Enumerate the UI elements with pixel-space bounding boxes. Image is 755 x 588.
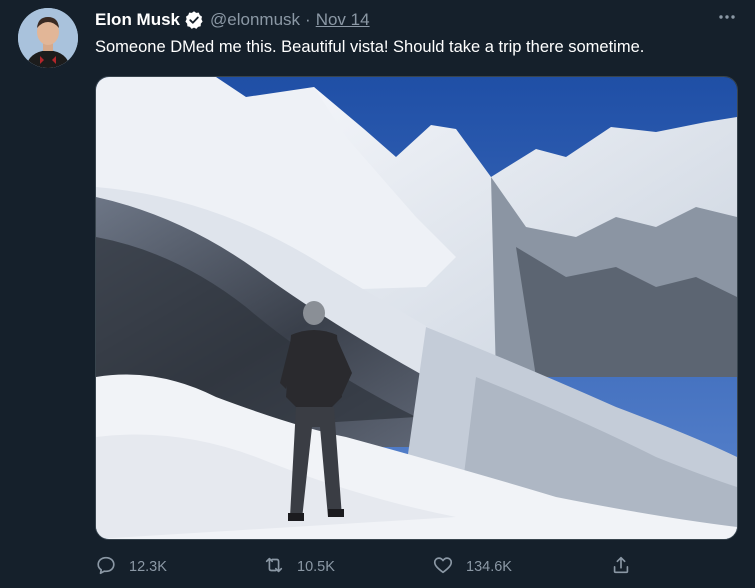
retweet-button[interactable]: 10.5K: [263, 555, 335, 579]
retweet-icon: [263, 554, 297, 580]
tweet[interactable]: Elon Musk @elonmusk · Nov 14 Someone DMe…: [0, 0, 755, 588]
tweet-header: Elon Musk @elonmusk · Nov 14: [95, 8, 370, 32]
author-name[interactable]: Elon Musk: [95, 10, 180, 30]
heart-icon: [432, 554, 466, 580]
retweet-count: 10.5K: [297, 559, 335, 575]
avatar[interactable]: [18, 8, 78, 68]
verified-badge-icon: [184, 10, 204, 30]
share-button[interactable]: [610, 555, 644, 579]
share-upload-icon: [610, 554, 644, 580]
separator-dot: ·: [305, 10, 311, 29]
tweet-text: Someone DMed me this. Beautiful vista! S…: [95, 38, 645, 56]
tweet-date[interactable]: Nov 14: [316, 10, 370, 30]
more-horizontal-icon[interactable]: [716, 6, 738, 28]
author-handle[interactable]: @elonmusk: [210, 10, 300, 30]
speech-bubble-icon: [95, 554, 129, 580]
tweet-image[interactable]: [95, 76, 738, 540]
tweet-actions: 12.3K 10.5K 134.6K: [95, 555, 735, 579]
like-count: 134.6K: [466, 559, 512, 575]
reply-button[interactable]: 12.3K: [95, 555, 167, 579]
like-button[interactable]: 134.6K: [432, 555, 512, 579]
reply-count: 12.3K: [129, 559, 167, 575]
